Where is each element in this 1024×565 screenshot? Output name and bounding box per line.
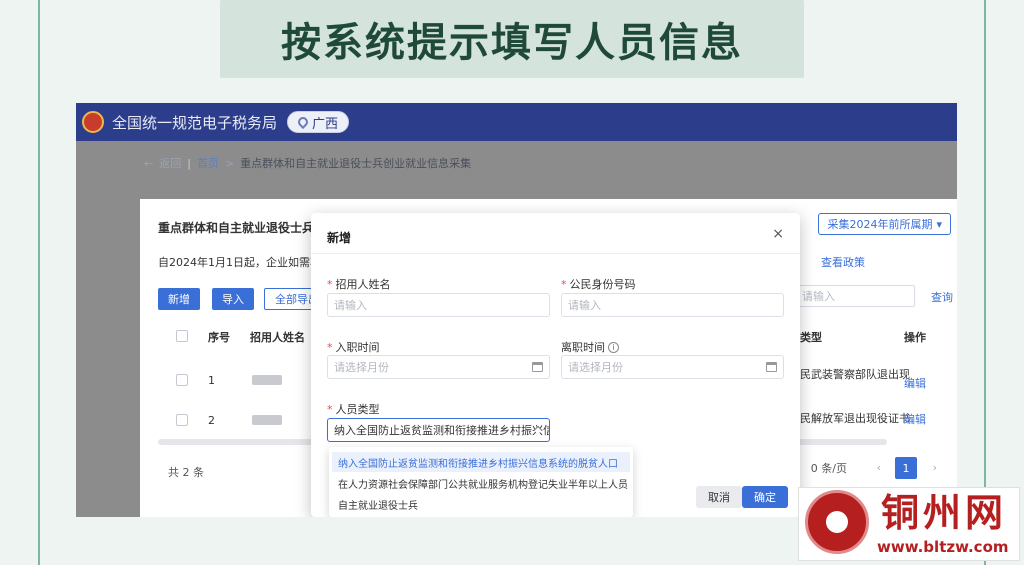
- close-icon[interactable]: ×: [772, 226, 784, 242]
- page-size-select[interactable]: 0 条/页: [811, 460, 847, 476]
- header-index: 序号: [208, 331, 230, 344]
- instruction-banner: 按系统提示填写人员信息: [220, 0, 804, 78]
- search-button[interactable]: 查询: [931, 289, 953, 305]
- cancel-button[interactable]: 取消: [696, 486, 742, 508]
- back-arrow-icon[interactable]: ←: [144, 157, 153, 170]
- masked-name: [252, 375, 282, 385]
- national-emblem-icon: [82, 111, 104, 133]
- back-link[interactable]: 返回: [159, 155, 181, 171]
- breadcrumb: ← 返回 | 首页 > 重点群体和自主就业退役士兵创业就业信息采集: [144, 155, 472, 171]
- option-retired-soldier[interactable]: 自主就业退役士兵: [332, 494, 630, 514]
- select-all-checkbox[interactable]: [176, 330, 188, 342]
- id-number-input[interactable]: 请输入: [561, 293, 784, 317]
- region-label: 广西: [312, 116, 339, 132]
- region-selector[interactable]: 广西: [287, 111, 350, 133]
- header-type: 类型: [800, 331, 822, 344]
- hire-date-label: * 入职时间: [327, 340, 380, 355]
- calendar-icon: [532, 362, 543, 372]
- header-name: 招用人姓名: [250, 331, 305, 344]
- option-registered-unemployed[interactable]: 在人力资源社会保障部门公共就业服务机构登记失业半年以上人员: [332, 473, 630, 493]
- row-checkbox[interactable]: [176, 414, 188, 426]
- row-index: 1: [208, 374, 215, 387]
- search-input[interactable]: 请输入: [795, 285, 915, 307]
- breadcrumb-home[interactable]: 首页: [197, 155, 219, 171]
- card-title: 重点群体和自主就业退役士兵就: [158, 221, 327, 235]
- header-action: 操作: [904, 331, 926, 344]
- frame-right-line: [984, 0, 986, 565]
- name-label: * 招用人姓名: [327, 277, 391, 292]
- page-number-current[interactable]: 1: [895, 457, 917, 479]
- next-page-icon[interactable]: ›: [933, 461, 937, 474]
- dialog-title: 新增: [327, 231, 352, 245]
- edit-link[interactable]: 编辑: [904, 411, 926, 427]
- breadcrumb-current: 重点群体和自主就业退役士兵创业就业信息采集: [240, 157, 472, 170]
- top-bar: 全国统一规范电子税务局 广西: [76, 103, 957, 141]
- total-count: 共 2 条: [168, 466, 204, 479]
- option-poverty-alleviated[interactable]: 纳入全国防止返贫监测和衔接推进乡村振兴信息系统的脱贫人口: [332, 452, 630, 472]
- row-type: 民解放军退出现役证书: [800, 412, 910, 425]
- row-index: 2: [208, 414, 215, 427]
- name-input[interactable]: 请输入: [327, 293, 550, 317]
- tax-bureau-screenshot: 全国统一规范电子税务局 广西 ← 返回 | 首页 > 重点群体和自主就业退役士兵…: [76, 103, 957, 517]
- person-type-label: * 人员类型: [327, 402, 380, 417]
- import-button[interactable]: 导入: [212, 288, 254, 310]
- breadcrumb-separator: >: [224, 156, 235, 170]
- frame-left-line: [38, 0, 40, 565]
- hire-date-picker[interactable]: 请选择月份: [327, 355, 550, 379]
- leave-date-picker[interactable]: 请选择月份: [561, 355, 784, 379]
- person-type-dropdown: 纳入全国防止返贫监测和衔接推进乡村振兴信息系统的脱贫人口 在人力资源社会保障部门…: [329, 447, 633, 517]
- site-title: 全国统一规范电子税务局: [112, 113, 278, 132]
- location-pin-icon: [295, 114, 311, 130]
- banner-title: 按系统提示填写人员信息: [281, 20, 743, 66]
- edit-link[interactable]: 编辑: [904, 375, 926, 391]
- watermark-logo-icon: [805, 490, 869, 554]
- watermark-name: 铜州网: [881, 491, 1008, 535]
- row-type: 民武装警察部队退出现: [800, 368, 910, 381]
- add-person-dialog: 新增 × * 招用人姓名 请输入 * 公民身份号码 请输入 * 入职时间 请选择月份 …: [311, 213, 800, 517]
- view-policy-link[interactable]: 查看政策: [821, 254, 865, 270]
- year-period-label: 采集2024年前所属期: [827, 218, 933, 231]
- watermark-url: www.bltzw.com: [877, 538, 1009, 556]
- prev-page-icon[interactable]: ‹: [877, 461, 881, 474]
- masked-name: [252, 415, 282, 425]
- notice-text: 自2024年1月1日起，企业如需享受: [158, 256, 332, 269]
- site-watermark: 铜州网 www.bltzw.com: [798, 487, 1020, 561]
- calendar-icon: [766, 362, 777, 372]
- row-checkbox[interactable]: [176, 374, 188, 386]
- year-period-button[interactable]: 采集2024年前所属期 ▾: [818, 213, 951, 235]
- info-icon[interactable]: i: [608, 341, 619, 353]
- confirm-button[interactable]: 确定: [742, 486, 788, 508]
- id-number-label: * 公民身份号码: [561, 277, 636, 292]
- caret-down-icon: ▾: [936, 217, 942, 231]
- dialog-divider: [311, 253, 800, 254]
- person-type-select[interactable]: 纳入全国防止返贫监测和衔接推进乡村振兴信: [327, 418, 550, 442]
- leave-date-label: 离职时间 i: [561, 339, 619, 355]
- add-button[interactable]: 新增: [158, 288, 200, 310]
